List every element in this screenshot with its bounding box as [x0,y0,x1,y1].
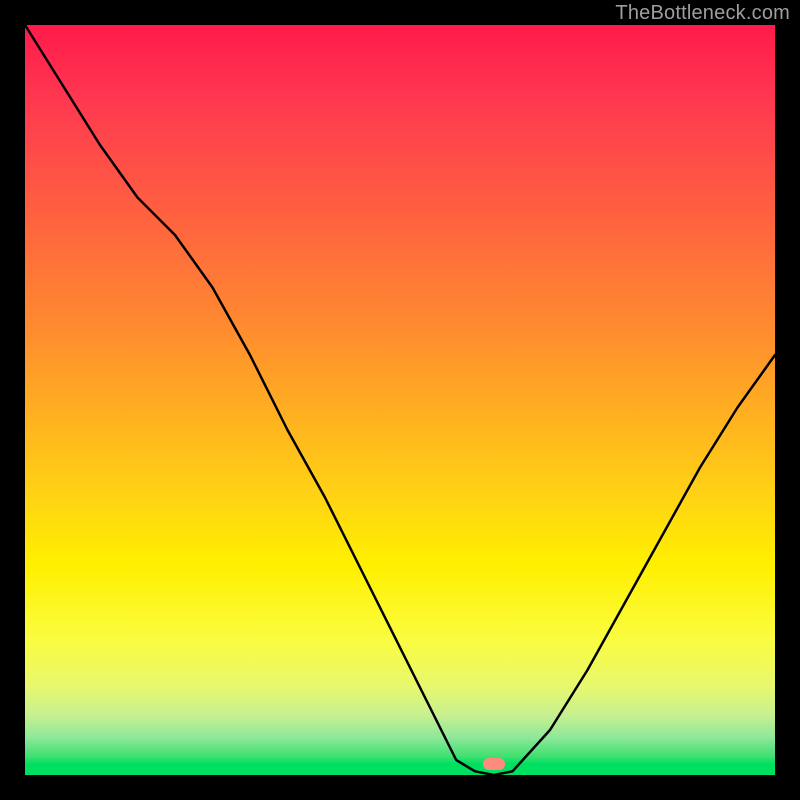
optimal-marker [483,758,505,770]
watermark-text: TheBottleneck.com [615,2,790,25]
plot-area [25,25,775,775]
bottleneck-curve [25,25,775,775]
chart-frame: TheBottleneck.com [0,0,800,800]
